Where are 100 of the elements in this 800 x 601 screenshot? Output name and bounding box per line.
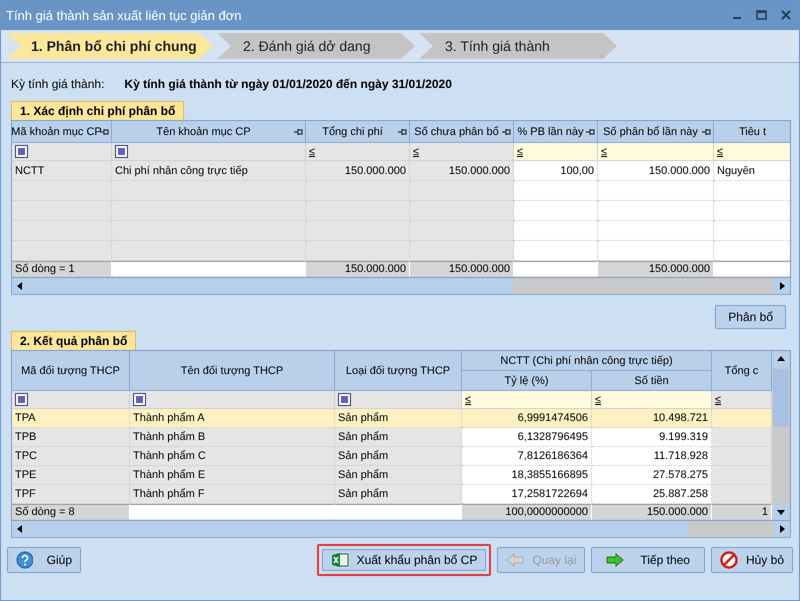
cancel-icon [720, 551, 738, 569]
table-cell: 10.498.721 [592, 409, 712, 428]
column-header[interactable]: Số tiền [592, 371, 712, 391]
filter-cell[interactable]: ≤ [514, 143, 598, 161]
column-header[interactable]: Mã khoản mục CP [12, 121, 112, 143]
filter-cell[interactable] [130, 391, 335, 409]
table-row[interactable]: TPE Thành phẩm E Sản phẩm 18,3855166895 27.578.275 [12, 466, 772, 485]
table-row[interactable]: TPF Thành phẩm F Sản phẩm 17,2581722694 25.887.258 [12, 485, 772, 504]
export-button[interactable]: Xuất khẩu phân bổ CP [316, 544, 492, 576]
step-tab[interactable]: 1. Phân bổ chi phí chung [7, 33, 213, 59]
filter-operator[interactable]: ≤ [715, 394, 722, 406]
table-cell: TPB [12, 428, 130, 447]
column-header[interactable]: Tên khoản mục CP [112, 121, 306, 143]
filter-cell[interactable]: ≤ [410, 143, 514, 161]
pin-icon[interactable] [293, 128, 303, 136]
column-header[interactable]: Mã đối tượng THCP [12, 351, 130, 391]
help-button[interactable]: Giúp [7, 547, 81, 573]
table-row[interactable]: TPA Thành phẩm A Sản phẩm 6,9991474506 10.498.721 [12, 409, 772, 428]
filter-checkbox-icon[interactable] [115, 145, 128, 158]
summary-cell: 150.000.000 [598, 261, 714, 277]
close-icon[interactable] [781, 10, 791, 20]
table-row[interactable]: TPB Thành phẩm B Sản phẩm 6,1328796495 9.199.319 [12, 428, 772, 447]
column-header[interactable]: Tên đối tượng THCP [130, 351, 335, 391]
filter-checkbox-icon[interactable] [15, 393, 28, 406]
filter-checkbox-icon[interactable] [338, 393, 351, 406]
table-cell: NCTT [12, 161, 112, 181]
filter-cell[interactable]: ≤ [592, 391, 712, 409]
table-cell: 150.000.000 [410, 161, 514, 181]
summary-cell: 1 [712, 504, 772, 520]
table-cell: 9.199.319 [592, 428, 712, 447]
filter-operator[interactable]: ≤ [309, 146, 316, 158]
pin-icon[interactable] [397, 128, 407, 136]
filter-cell[interactable] [112, 143, 306, 161]
filter-cell[interactable] [12, 391, 130, 409]
table-cell: Chi phí nhân công trực tiếp [112, 161, 306, 181]
table-cell: Thành phẩm A [130, 409, 335, 428]
column-group-header[interactable]: NCTT (Chi phí nhân công trực tiếp) [462, 351, 712, 371]
horizontal-scrollbar[interactable] [11, 521, 791, 538]
period-label: Kỳ tính giá thành: [11, 77, 104, 91]
step-tab[interactable]: 2. Đánh giá dở dang [217, 33, 415, 59]
column-header[interactable]: Số phân bổ lần này [598, 121, 714, 143]
filter-cell[interactable]: ≤ [714, 143, 790, 161]
table-cell: 17,2581722694 [462, 485, 592, 504]
table-cell: 27.578.275 [592, 466, 712, 485]
step-tab[interactable]: 3. Tính giá thành [419, 33, 617, 59]
summary-cell: 150.000.000 [306, 261, 410, 277]
table-cell: 150.000.000 [598, 161, 714, 181]
pin-icon[interactable] [701, 128, 711, 136]
filter-operator[interactable]: ≤ [595, 394, 602, 406]
filter-cell[interactable]: ≤ [462, 391, 592, 409]
table-cell: TPA [12, 409, 130, 428]
allocate-button[interactable]: Phân bổ [715, 305, 786, 329]
filter-operator[interactable]: ≤ [717, 146, 724, 158]
table-cell: 7,8126186364 [462, 447, 592, 466]
filter-operator[interactable]: ≤ [601, 146, 608, 158]
table-cell: 11.718.928 [592, 447, 712, 466]
scroll-up-icon[interactable] [772, 351, 790, 367]
table-cell: 18,3855166895 [462, 466, 592, 485]
filter-operator[interactable]: ≤ [517, 146, 524, 158]
next-button[interactable]: Tiếp theo [591, 547, 705, 573]
filter-operator[interactable]: ≤ [413, 146, 420, 158]
left-arrow-icon [506, 552, 524, 568]
summary-cell: 150.000.000 [592, 504, 712, 520]
table-cell: Thành phẩm C [130, 447, 335, 466]
table-cell: TPC [12, 447, 130, 466]
scroll-down-icon[interactable] [772, 504, 790, 520]
table-cell: Sản phẩm [335, 485, 462, 504]
horizontal-scrollbar[interactable] [11, 278, 791, 295]
column-header[interactable]: % PB lần này [514, 121, 598, 143]
vertical-scrollbar[interactable] [772, 350, 791, 521]
filter-checkbox-icon[interactable] [133, 393, 146, 406]
column-header[interactable]: Tổng chi phí [306, 121, 410, 143]
help-icon [16, 551, 33, 569]
column-header[interactable]: Số chưa phân bổ [410, 121, 514, 143]
table-cell: Thành phẩm F [130, 485, 335, 504]
column-header[interactable]: Tiêu t [714, 121, 790, 143]
table-cell: TPE [12, 466, 130, 485]
filter-cell[interactable]: ≤ [306, 143, 410, 161]
period-value: Kỳ tính giá thành từ ngày 01/01/2020 đến ngày 31/01/2020 [124, 77, 452, 91]
filter-cell[interactable]: ≤ [598, 143, 714, 161]
filter-operator[interactable]: ≤ [465, 394, 472, 406]
filter-cell[interactable]: ≤ [712, 391, 772, 409]
table-cell: Sản phẩm [335, 409, 462, 428]
filter-checkbox-icon[interactable] [15, 145, 28, 158]
column-header[interactable]: Tỷ lệ (%) [462, 371, 592, 391]
table-cell: 25.887.258 [592, 485, 712, 504]
maximize-icon[interactable] [756, 10, 767, 20]
table-row[interactable]: TPC Thành phẩm C Sản phẩm 7,8126186364 11.718.928 [12, 447, 772, 466]
table-cell: Sản phẩm [335, 447, 462, 466]
cancel-button[interactable]: Hủy bỏ [710, 547, 793, 573]
window-title: Tính giá thành sản xuất liên tục giản đơn [6, 8, 242, 22]
pin-icon[interactable] [501, 128, 511, 136]
table-cell: 100,00 [514, 161, 598, 181]
table-cell: TPF [12, 485, 130, 504]
filter-cell[interactable] [335, 391, 462, 409]
filter-cell[interactable] [12, 143, 112, 161]
pin-icon[interactable] [585, 128, 595, 136]
table-cell: 6,9991474506 [462, 409, 592, 428]
column-header[interactable]: Loại đối tượng THCP [335, 351, 462, 391]
column-header[interactable]: Tổng c [712, 351, 772, 391]
